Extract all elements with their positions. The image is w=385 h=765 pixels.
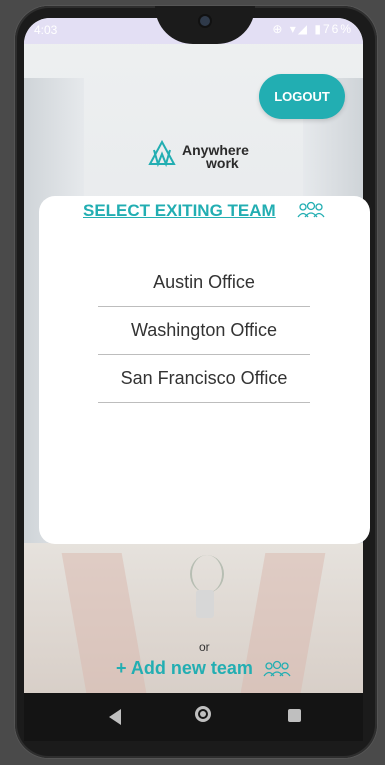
back-icon[interactable] xyxy=(109,709,121,725)
team-icon xyxy=(297,201,325,218)
add-new-team-button[interactable]: + Add new team xyxy=(116,658,253,679)
team-item-san-francisco[interactable]: San Francisco Office xyxy=(98,354,310,403)
logo-icon xyxy=(148,140,176,168)
android-nav-bar xyxy=(24,693,363,741)
logo-text-secondary: work xyxy=(206,155,239,171)
select-team-title: SELECT EXITING TEAM xyxy=(83,201,276,221)
add-new-team-label: + Add new team xyxy=(116,658,253,678)
app-logo: Anywhere work xyxy=(148,138,268,174)
team-item-austin[interactable]: Austin Office xyxy=(98,258,310,307)
plant-pot xyxy=(196,590,214,618)
home-icon[interactable] xyxy=(195,706,211,722)
plant-decoration xyxy=(190,555,224,593)
team-item-washington[interactable]: Washington Office xyxy=(98,306,310,355)
select-team-title-text: SELECT EXITING TEAM xyxy=(83,201,276,220)
status-icons: ⊕ ▾◢ ▮76% xyxy=(272,22,353,36)
logout-button[interactable]: LOGOUT xyxy=(259,74,345,119)
team-icon xyxy=(263,660,291,677)
or-separator: or xyxy=(199,640,210,654)
camera-icon xyxy=(200,16,210,26)
status-time: 4:03 xyxy=(34,23,58,37)
recent-apps-icon[interactable] xyxy=(288,709,301,722)
